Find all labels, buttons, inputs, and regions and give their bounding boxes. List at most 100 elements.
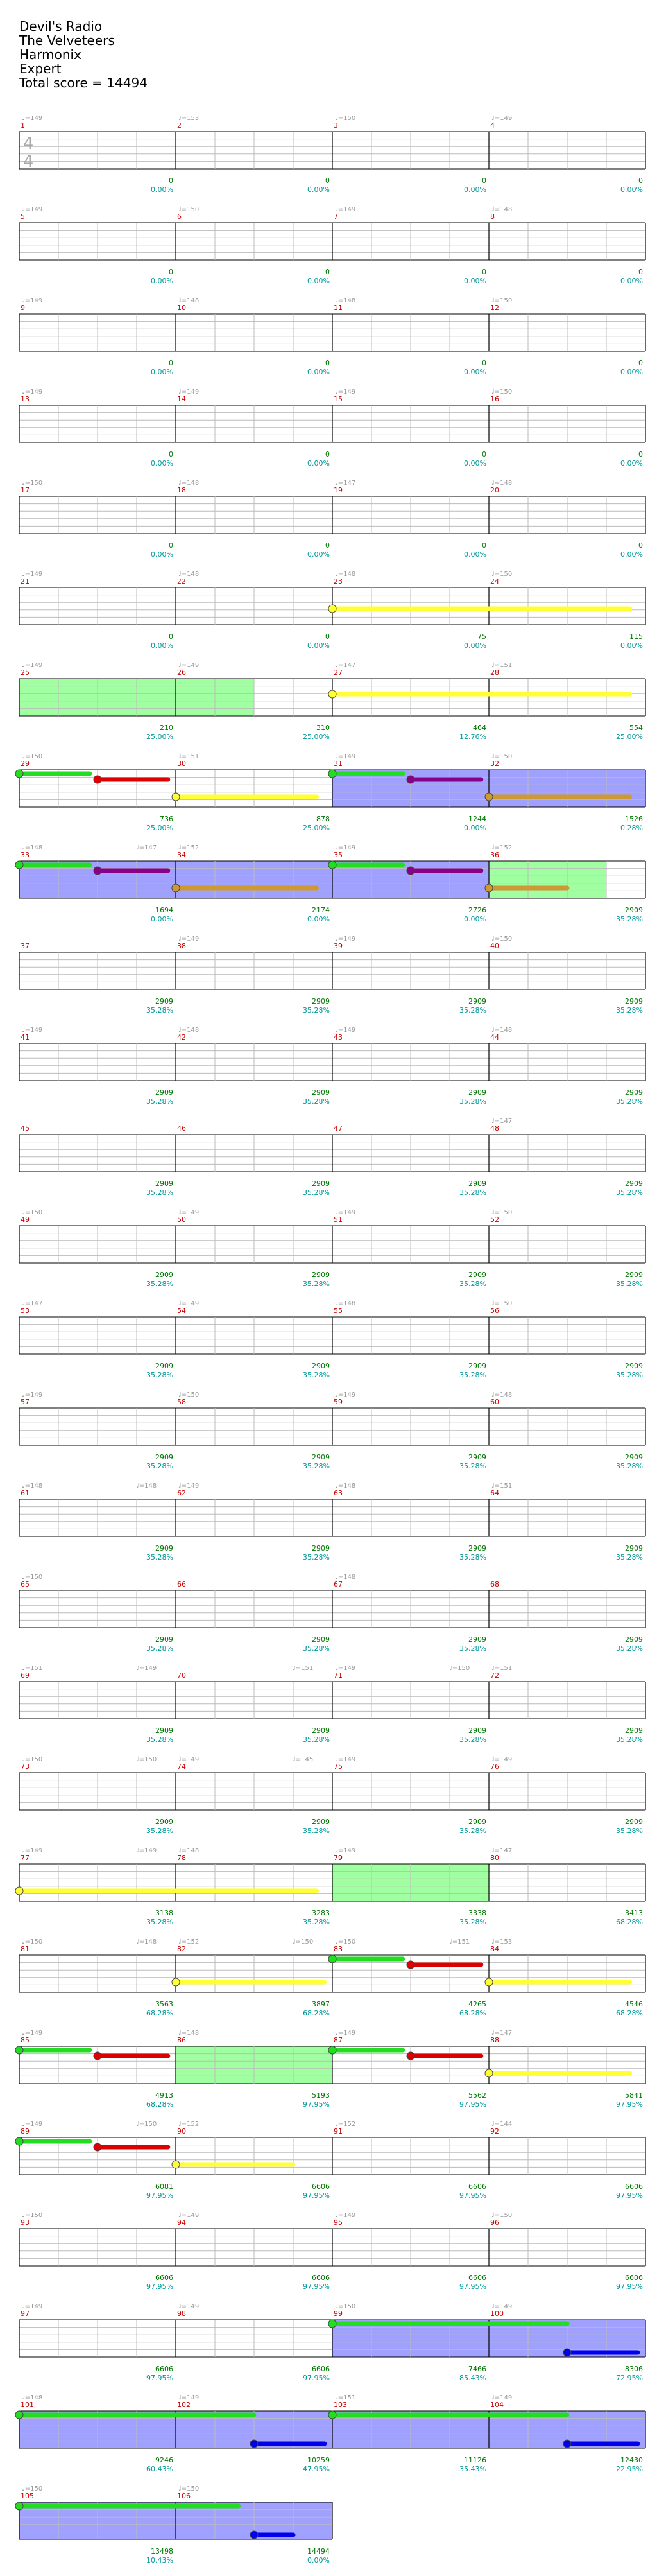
measure-score: 3897	[312, 2000, 330, 2008]
tempo-marker: ♩=148	[335, 1574, 355, 1581]
measure-score: 0	[638, 268, 643, 276]
measure-score: 6606	[155, 2365, 173, 2373]
measure-number: 90	[177, 2127, 186, 2136]
sp-percent: 0.00%	[464, 641, 486, 650]
tempo-marker: ♩=148	[335, 297, 355, 304]
measure-number: 86	[177, 2036, 186, 2044]
tempo-marker: ♩=153	[178, 115, 199, 122]
sp-percent: 97.95%	[303, 2100, 330, 2109]
measure-number: 80	[490, 1854, 499, 1862]
sp-percent: 25.00%	[616, 733, 643, 741]
measure-number: 34	[177, 851, 186, 859]
note-gem	[250, 2530, 259, 2539]
measure-number: 10	[177, 304, 186, 312]
note-gem	[406, 775, 415, 784]
staff-row-25: 97 98 99 100♩=149 ♩=149 ♩=150 ♩=1496606 6606 746…	[19, 2303, 646, 2382]
sp-percent: 10.43%	[146, 2556, 173, 2564]
tempo-marker: ♩=149	[491, 2303, 512, 2310]
tempo-marker: ♩=150	[136, 2121, 157, 2128]
tempo-marker: ♩=151	[22, 1665, 42, 1672]
measure-score: 6606	[312, 2182, 330, 2191]
drum-path-chart: 1 2 3 4♩=149 ♩=153 ♩=150 ♩=1490 0 0 00.00% 0.00% 0.…	[15, 115, 646, 2564]
sp-percent: 35.28%	[616, 1553, 643, 1562]
staff-row-20: 77 78 79 80 ♩=149 ♩=148 ♩=149 ♩=147 ♩=149 3138 328…	[15, 1847, 646, 1926]
tempo-marker: ♩=150	[178, 206, 199, 213]
sp-percent: 35.28%	[146, 1188, 173, 1197]
measure-number: 46	[177, 1124, 186, 1133]
sp-percent: 35.43%	[459, 2465, 486, 2473]
measure-score: 2909	[625, 1544, 643, 1553]
measure-score: 2909	[155, 1088, 173, 1097]
measure-score: 736	[160, 815, 173, 823]
tempo-marker: ♩=148	[178, 2030, 199, 2037]
measure-number: 75	[334, 1762, 343, 1771]
measure-score: 0	[482, 177, 486, 185]
sp-percent: 0.00%	[307, 459, 330, 467]
measure-number: 93	[21, 2218, 30, 2227]
sp-percent: 0.00%	[307, 2556, 330, 2564]
measure-number: 74	[177, 1762, 186, 1771]
measure-score: 0	[482, 359, 486, 367]
measure-number: 60	[490, 1398, 499, 1406]
tempo-marker: ♩=151	[178, 753, 199, 760]
measure-number: 51	[334, 1215, 343, 1224]
staff-row-19: 73 74 75 76 ♩=150 ♩=149 ♩=149 ♩=149 ♩=150 ♩=145 29…	[19, 1756, 646, 1835]
measure-score: 2909	[312, 1179, 330, 1188]
tempo-marker: ♩=150	[22, 1756, 42, 1763]
sp-percent: 0.00%	[464, 186, 486, 194]
sp-percent: 72.95%	[616, 2374, 643, 2382]
measure-score: 2909	[625, 1088, 643, 1097]
measure-number: 53	[21, 1307, 30, 1315]
measure-number: 92	[490, 2127, 499, 2136]
tempo-marker: ♩=144	[491, 2121, 512, 2128]
measure-score: 2909	[625, 906, 643, 914]
measure-number: 64	[490, 1489, 499, 1497]
note-gem	[15, 1886, 24, 1895]
tempo-marker: ♩=150	[491, 1300, 512, 1307]
tempo-marker: ♩=147	[491, 1847, 512, 1854]
tempo-marker: ♩=149	[22, 388, 42, 396]
note-gem	[484, 2069, 493, 2078]
measure-score: 0	[638, 177, 643, 185]
tempo-marker: ♩=149	[22, 662, 42, 669]
tempo-marker: ♩=148	[491, 1391, 512, 1398]
tempo-marker: ♩=150	[491, 753, 512, 760]
measure-score: 4913	[155, 2091, 173, 2100]
tempo-marker: ♩=149	[22, 2303, 42, 2310]
tempo-marker: ♩=149	[335, 1209, 355, 1216]
sp-percent: 0.00%	[464, 459, 486, 467]
sp-percent: 97.95%	[459, 2100, 486, 2109]
sp-percent: 35.28%	[616, 1644, 643, 1653]
sp-percent: 35.28%	[303, 1188, 330, 1197]
tempo-marker: ♩=149	[335, 388, 355, 396]
tempo-marker: ♩=148	[178, 1847, 199, 1854]
measure-score: 0	[638, 541, 643, 550]
sp-percent: 35.28%	[459, 1371, 486, 1379]
tempo-marker: ♩=149	[22, 1847, 42, 1854]
tempo-marker: ♩=151	[293, 1665, 313, 1672]
staff-row-8: 29 30 31 32♩=150 ♩=151 ♩=149 ♩=150736 878 1244 15…	[15, 753, 646, 832]
sp-percent: 68.28%	[616, 2009, 643, 2017]
measure-score: 0	[325, 268, 330, 276]
measure-number: 15	[334, 395, 343, 403]
tempo-marker: ♩=150	[335, 1938, 355, 1945]
tempo-marker: ♩=148	[178, 297, 199, 304]
note-gem	[563, 2439, 572, 2448]
note-gem	[328, 860, 337, 869]
sp-percent: 35.28%	[303, 1553, 330, 1562]
sp-percent: 35.28%	[616, 1371, 643, 1379]
sp-percent: 60.43%	[146, 2465, 173, 2473]
sp-percent: 0.00%	[620, 641, 643, 650]
tempo-marker: ♩=152	[178, 844, 199, 851]
measure-score: 3283	[312, 1909, 330, 1917]
measure-number: 62	[177, 1489, 186, 1497]
measure-score: 13498	[151, 2547, 173, 2555]
measure-score: 10259	[307, 2456, 330, 2464]
tempo-marker: ♩=149	[335, 844, 355, 851]
measure-score: 2909	[625, 1818, 643, 1826]
tempo-marker: ♩=149	[178, 2212, 199, 2219]
tempo-marker: ♩=149	[335, 206, 355, 213]
measure-number: 40	[490, 942, 499, 950]
tempo-marker: ♩=149	[22, 571, 42, 578]
sp-percent: 0.00%	[151, 641, 173, 650]
